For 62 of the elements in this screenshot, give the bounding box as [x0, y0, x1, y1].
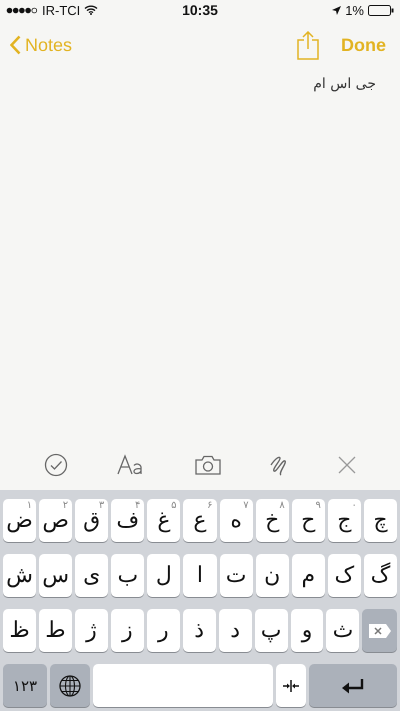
keyboard-key[interactable]: ن [256, 554, 289, 597]
clock-time: 10:35 [182, 2, 218, 18]
keyboard-key[interactable]: د [218, 609, 252, 652]
keyboard-key[interactable]: ر [146, 609, 180, 652]
battery-icon [368, 4, 394, 16]
keyboard-key[interactable]: ق ۳ [75, 499, 108, 542]
delete-icon [368, 622, 392, 638]
key-hint: ۶ [207, 500, 213, 511]
key-hint: ۰ [352, 500, 357, 511]
keyboard-key[interactable]: ع ۶ [183, 499, 217, 542]
keyboard-key[interactable]: غ ۵ [147, 499, 180, 542]
keyboard-key[interactable]: ظ [3, 609, 36, 652]
keyboard-key[interactable]: ف ۴ [111, 499, 144, 542]
keyboard-key[interactable]: ث [326, 609, 360, 652]
keyboard-key[interactable]: ژ [74, 609, 108, 652]
keyboard-key[interactable]: ا [183, 554, 217, 597]
zero-width-key[interactable] [276, 664, 306, 707]
key-hint: ۷ [243, 500, 249, 511]
keyboard-key[interactable]: ص ۲ [39, 499, 72, 542]
keyboard-key[interactable]: و [290, 609, 324, 652]
keyboard-key[interactable]: گ [364, 554, 397, 597]
return-icon [341, 678, 365, 694]
checklist-icon[interactable] [44, 453, 68, 477]
keyboard-key[interactable]: ز [110, 609, 144, 652]
keyboard-key[interactable]: ح ۹ [292, 499, 325, 542]
key-hint: ۱ [26, 500, 32, 511]
keyboard-key[interactable]: س [39, 554, 72, 597]
return-key[interactable] [309, 664, 397, 707]
key-hint: ۹ [315, 500, 321, 511]
keyboard-key[interactable]: خ ۸ [256, 499, 289, 542]
keyboard-key[interactable]: ی [75, 554, 108, 597]
keyboard-key[interactable]: ج ۰ [328, 499, 361, 542]
arrows-icon [282, 680, 300, 692]
numbers-key[interactable]: ۱۲۳ [3, 664, 47, 707]
keyboard-key[interactable]: ب [111, 554, 144, 597]
keyboard-key[interactable]: ت [220, 554, 253, 597]
chevron-icon [10, 35, 21, 55]
keyboard-key[interactable]: م [292, 554, 325, 597]
key-hint: ۲ [62, 500, 68, 511]
keyboard-key[interactable]: پ [254, 609, 288, 652]
globe-key[interactable] [50, 664, 90, 707]
carrier-name: IR-TCI [42, 2, 80, 18]
close-icon[interactable] [338, 456, 356, 474]
key-hint: ۴ [134, 500, 140, 511]
keyboard-key[interactable]: ط [38, 609, 72, 652]
keyboard-key[interactable]: ل [147, 554, 180, 597]
keyboard-key[interactable]: ک [328, 554, 361, 597]
location-arrow-icon [332, 6, 342, 14]
keyboard-key[interactable]: ض ۱ [2, 499, 36, 542]
keyboard-key[interactable]: چ [364, 499, 397, 542]
wifi-icon [84, 5, 98, 15]
note-text: جی اس ام [313, 76, 376, 92]
signal-icon [6, 6, 38, 14]
battery-percent: 1% [345, 2, 364, 18]
keyboard-key[interactable]: ه ۷ [220, 499, 253, 542]
key-hint: ۸ [279, 500, 285, 511]
camera-icon[interactable] [194, 455, 221, 475]
keyboard-key[interactable]: ذ [182, 609, 216, 652]
keyboard-key[interactable]: ش [2, 554, 36, 597]
key-hint: ۵ [171, 500, 176, 511]
key-hint: ۳ [98, 500, 104, 511]
globe-icon [59, 674, 81, 696]
